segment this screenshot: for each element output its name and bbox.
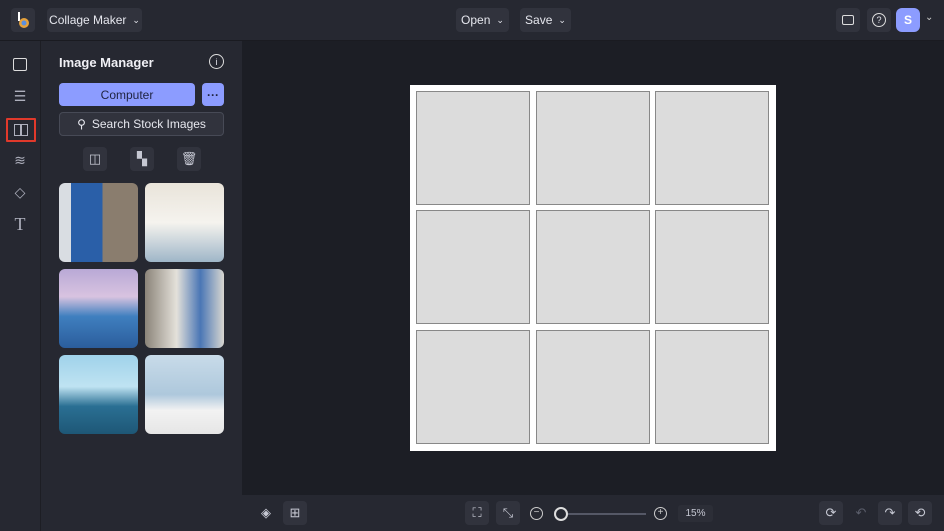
layout-grid-button[interactable]: ▚ (130, 147, 154, 171)
info-icon[interactable]: i (209, 54, 224, 69)
zoom-slider-handle[interactable] (553, 507, 568, 521)
bottom-toolbar: ◈ ⊞ ⛶ ⤡ − + 15% ⟳ ↶ ↷ ⟲ (242, 495, 944, 531)
replace-button[interactable]: ⟳ (819, 501, 843, 525)
trash-icon: 🗑 (180, 151, 198, 166)
zoom-value[interactable]: 15% (678, 505, 713, 522)
collage-cell[interactable] (416, 91, 530, 205)
chevron-down-icon: ⌄ (132, 14, 140, 25)
collage-cell[interactable] (536, 210, 650, 324)
photo-thumbnail[interactable] (59, 183, 138, 262)
app-menu-button[interactable]: Collage Maker ⌄ (47, 8, 142, 32)
expand-icon: ⛶ (472, 505, 482, 520)
zoom-in-icon[interactable]: + (654, 507, 667, 520)
adjust-sliders-icon[interactable]: ☰ (10, 86, 30, 106)
chevron-down-icon[interactable]: ⌄ (925, 12, 933, 23)
undo-button[interactable]: ↶ (849, 501, 873, 525)
image-icon[interactable] (10, 54, 30, 74)
history-icon: ⟲ (914, 505, 926, 520)
collage-cell[interactable] (536, 330, 650, 444)
open-label: Open (461, 13, 491, 27)
chevron-down-icon: ⌄ (558, 14, 566, 25)
app-name: Collage Maker (49, 13, 127, 27)
grid-view-button[interactable]: ⊞ (283, 501, 307, 525)
image-manager-panel: Image Manager i Computer ··· ⚲ Search Sto… (41, 41, 242, 531)
top-bar: Collage Maker ⌄ Open ⌄ Save ⌄ ? S ⌄ (0, 0, 944, 41)
grid-layout-icon: ▚ (137, 151, 147, 166)
save-button[interactable]: Save ⌄ (520, 8, 571, 32)
open-button[interactable]: Open ⌄ (456, 8, 509, 32)
photo-thumbnail[interactable] (145, 355, 224, 434)
text-icon[interactable]: T (10, 214, 30, 234)
shrink-icon: ⤡ (502, 505, 514, 520)
avatar[interactable]: S (896, 8, 920, 32)
panel-title: Image Manager (59, 55, 154, 70)
photo-thumbnail[interactable] (59, 355, 138, 434)
more-options-button[interactable]: ··· (202, 83, 224, 106)
refresh-icon: ⟳ (825, 505, 837, 520)
collage-cell[interactable] (655, 330, 769, 444)
photo-thumbnail[interactable] (145, 183, 224, 262)
zoom-slider[interactable] (556, 513, 646, 515)
zoom-out-icon[interactable]: − (530, 507, 543, 520)
layout-icon[interactable] (6, 118, 36, 142)
undo-icon: ↶ (855, 505, 867, 520)
help-icon: ? (872, 13, 886, 27)
search-icon: ⚲ (77, 117, 86, 131)
more-icon: ··· (207, 87, 219, 102)
canvas-area (242, 41, 944, 495)
logo[interactable] (11, 8, 35, 32)
collage-canvas[interactable] (410, 85, 776, 451)
computer-label: Computer (100, 87, 154, 102)
search-stock-images-button[interactable]: ⚲ Search Stock Images (59, 112, 224, 136)
layout-single-button[interactable]: ◫ (83, 147, 107, 171)
collage-cell[interactable] (655, 91, 769, 205)
help-button[interactable]: ? (867, 8, 891, 32)
save-label: Save (525, 13, 553, 27)
chevron-down-icon: ⌄ (496, 14, 504, 25)
search-label: Search Stock Images (91, 117, 206, 131)
delete-button[interactable]: 🗑 (177, 147, 201, 171)
actual-size-button[interactable]: ⤡ (496, 501, 520, 525)
avatar-initial: S (903, 13, 912, 27)
tool-rail: ☰ ≋ ◇ T (0, 41, 41, 531)
shapes-icon[interactable]: ◇ (10, 182, 30, 202)
history-button[interactable]: ⟲ (908, 501, 932, 525)
comment-icon (842, 15, 854, 25)
layout-icon: ◫ (88, 151, 102, 166)
photo-thumbnail[interactable] (59, 269, 138, 348)
comments-button[interactable] (836, 8, 860, 32)
fit-screen-button[interactable]: ⛶ (465, 501, 489, 525)
layers-icon: ◈ (261, 505, 271, 520)
redo-button[interactable]: ↷ (878, 501, 902, 525)
grid-icon: ⊞ (289, 505, 301, 520)
collage-cell[interactable] (416, 330, 530, 444)
layers-button[interactable]: ◈ (254, 501, 278, 525)
texture-icon[interactable]: ≋ (10, 150, 30, 170)
collage-cell[interactable] (416, 210, 530, 324)
photo-thumbnail[interactable] (145, 269, 224, 348)
collage-cell[interactable] (536, 91, 650, 205)
redo-icon: ↷ (884, 505, 896, 520)
computer-upload-button[interactable]: Computer (59, 83, 195, 106)
collage-cell[interactable] (655, 210, 769, 324)
